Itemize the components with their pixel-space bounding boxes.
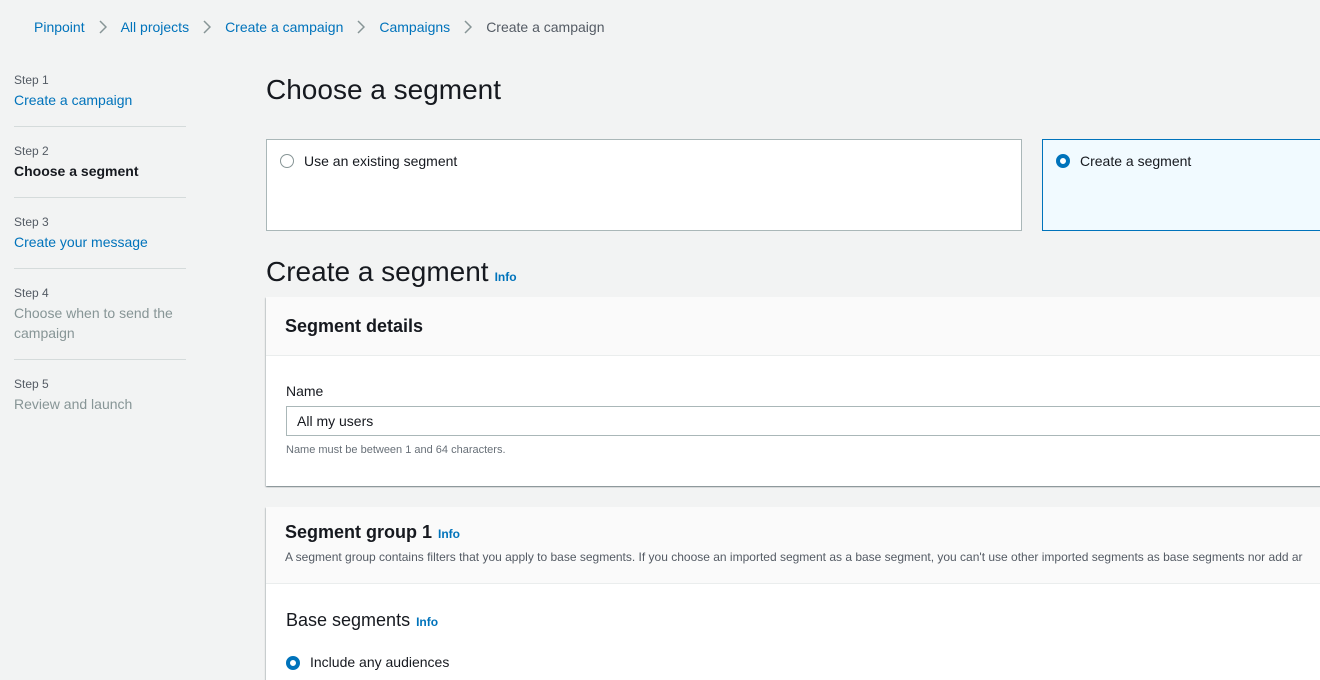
- panel-header: Segment group 1 Info A segment group con…: [266, 507, 1320, 584]
- wizard-step-4: Step 4 Choose when to send the campaign: [14, 285, 186, 360]
- breadcrumb-all-projects[interactable]: All projects: [121, 19, 189, 35]
- create-segment-label: Create a segment: [1080, 153, 1192, 169]
- base-segments-heading: Base segments Info: [286, 609, 438, 631]
- wizard-step-5: Step 5 Review and launch: [14, 376, 186, 430]
- include-any-audiences-option[interactable]: Include any audiences: [286, 654, 449, 670]
- base-segments-title: Base segments: [286, 610, 411, 630]
- breadcrumb-current: Create a campaign: [486, 19, 605, 35]
- chevron-right-icon: [450, 17, 486, 37]
- wizard-step-2: Step 2 Choose a segment: [14, 143, 186, 198]
- segment-group-panel: Segment group 1 Info A segment group con…: [266, 507, 1320, 680]
- wizard-step-3: Step 3 Create your message: [14, 214, 186, 269]
- use-existing-segment-label: Use an existing segment: [304, 153, 458, 169]
- breadcrumb-pinpoint[interactable]: Pinpoint: [34, 19, 85, 35]
- use-existing-segment-tile[interactable]: Use an existing segment: [266, 139, 1022, 231]
- step-current-choose-segment: Choose a segment: [14, 163, 139, 179]
- info-link[interactable]: Info: [495, 270, 517, 284]
- step-link-create-message[interactable]: Create your message: [14, 232, 186, 252]
- step-number: Step 1: [14, 73, 49, 87]
- step-number: Step 5: [14, 377, 49, 391]
- wizard-step-1: Step 1 Create a campaign: [14, 72, 186, 127]
- breadcrumb-create-campaign[interactable]: Create a campaign: [225, 19, 343, 35]
- include-any-audiences-label: Include any audiences: [310, 654, 450, 670]
- step-number: Step 4: [14, 286, 49, 300]
- breadcrumb-campaigns[interactable]: Campaigns: [379, 19, 450, 35]
- page-title: Choose a segment: [266, 74, 502, 105]
- panel-title: Segment group 1: [285, 522, 433, 542]
- step-number: Step 3: [14, 215, 49, 229]
- step-review-and-launch: Review and launch: [14, 396, 133, 412]
- chevron-right-icon: [343, 17, 379, 37]
- section-title: Create a segment: [266, 256, 489, 287]
- name-label: Name: [286, 383, 324, 399]
- radio-existing-segment[interactable]: [280, 154, 294, 168]
- campaign-wizard-page: Pinpoint All projects Create a campaign …: [0, 0, 1320, 680]
- wizard-steps: Step 1 Create a campaign Step 2 Choose a…: [14, 72, 186, 446]
- create-segment-tile[interactable]: Create a segment: [1042, 139, 1320, 231]
- chevron-right-icon: [85, 17, 121, 37]
- radio-include-any-audiences[interactable]: [286, 655, 300, 670]
- panel-header: Segment details: [266, 297, 1320, 356]
- step-number: Step 2: [14, 144, 49, 158]
- create-segment-heading: Create a segment Info: [266, 254, 517, 290]
- chevron-right-icon: [189, 17, 225, 37]
- segment-name-input[interactable]: All my users: [286, 406, 1320, 436]
- segment-details-panel: Segment details Name All my users Name m…: [266, 297, 1320, 486]
- breadcrumb: Pinpoint All projects Create a campaign …: [34, 17, 604, 37]
- info-link[interactable]: Info: [416, 615, 438, 629]
- step-link-create-campaign[interactable]: Create a campaign: [14, 90, 186, 110]
- radio-create-segment[interactable]: [1056, 154, 1070, 168]
- step-choose-when-to-send: Choose when to send the campaign: [14, 305, 173, 341]
- group-description: A segment group contains filters that yo…: [285, 550, 1303, 564]
- name-constraint-hint: Name must be between 1 and 64 characters…: [286, 444, 506, 456]
- panel-title: Segment details: [285, 316, 424, 336]
- info-link[interactable]: Info: [438, 527, 460, 541]
- group-title-row: Segment group 1 Info: [285, 521, 1320, 543]
